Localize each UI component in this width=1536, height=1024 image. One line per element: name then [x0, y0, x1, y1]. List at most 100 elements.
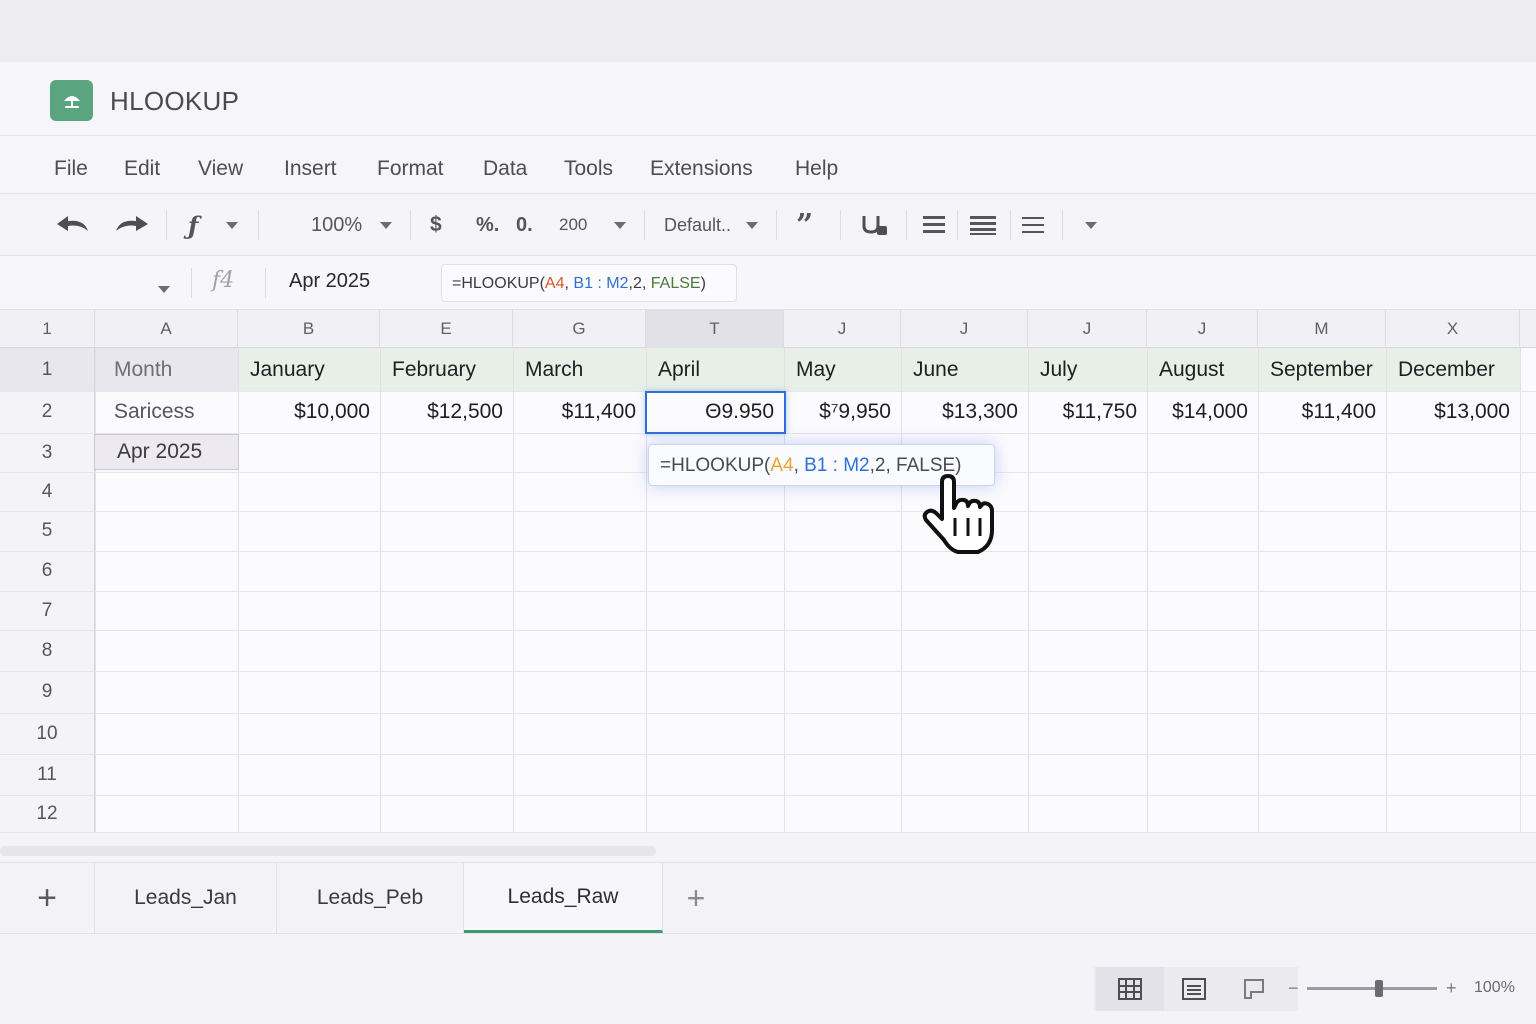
value-cell[interactable]: $14,000 [1147, 391, 1248, 433]
more-tools-caret[interactable] [1085, 194, 1097, 256]
value-cell[interactable]: $11,400 [1258, 391, 1376, 433]
month-header-cell[interactable]: April [658, 348, 700, 391]
currency-format-button[interactable]: $ [430, 194, 442, 256]
row-header[interactable]: 3 [0, 433, 95, 472]
app-logo-icon[interactable] [50, 80, 93, 121]
sheet-tab-leads-peb[interactable]: Leads_Peb [277, 863, 464, 933]
formula-token: A4 [770, 455, 794, 476]
decrease-decimal-button[interactable]: 0. [516, 194, 533, 256]
column-header[interactable]: M [1258, 310, 1386, 348]
row-header[interactable]: 7 [0, 591, 95, 630]
value-cell[interactable]: $13,000 [1386, 391, 1510, 433]
add-sheet-plus-icon[interactable]: + [663, 863, 729, 933]
selected-cell-border[interactable] [645, 391, 786, 434]
menu-file[interactable]: File [54, 157, 88, 181]
font-select[interactable]: Default.. [664, 194, 731, 256]
column-header[interactable]: X [1386, 310, 1520, 348]
grid-view-icon[interactable] [1096, 967, 1164, 1011]
zoom-slider-thumb[interactable] [1374, 980, 1383, 997]
column-header[interactable]: J [1028, 310, 1147, 348]
column-header[interactable]: A [95, 310, 238, 348]
row-header[interactable]: 12 [0, 795, 95, 832]
zoom-select[interactable]: 100% [311, 194, 362, 256]
row-header[interactable]: 8 [0, 630, 95, 671]
value-cell[interactable]: $11,750 [1028, 391, 1137, 433]
align-right-icon[interactable] [1021, 194, 1045, 256]
column-header[interactable]: E [380, 310, 513, 348]
value-cell[interactable]: $11,400 [513, 391, 636, 433]
document-title[interactable]: HLOOKUP [110, 86, 239, 117]
value-cell[interactable]: $13,300 [901, 391, 1018, 433]
column-header[interactable]: J [784, 310, 901, 348]
zoom-in-icon[interactable]: + [1446, 978, 1457, 999]
value-cell[interactable]: $10,000 [238, 391, 370, 433]
row-header[interactable]: 10 [0, 713, 95, 754]
month-header-cell[interactable]: January [250, 348, 325, 391]
menu-view[interactable]: View [198, 157, 243, 181]
menu-data[interactable]: Data [483, 157, 527, 181]
menu-insert[interactable]: Insert [284, 157, 337, 181]
menu-help[interactable]: Help [795, 157, 838, 181]
column-header[interactable]: J [1147, 310, 1258, 348]
zoom-dropdown-caret[interactable] [380, 194, 392, 256]
row-header[interactable]: 1 [0, 348, 95, 391]
align-left-icon[interactable] [922, 194, 946, 256]
month-header-cell[interactable]: September [1270, 348, 1373, 391]
value-cell[interactable]: $12,500 [380, 391, 503, 433]
function-icon[interactable]: ƒ [188, 194, 198, 256]
month-header-cell[interactable]: June [913, 348, 959, 391]
row-header[interactable]: 5 [0, 511, 95, 551]
row-header[interactable]: 9 [0, 671, 95, 713]
sheet-tab-leads-raw[interactable]: Leads_Raw [464, 863, 663, 933]
row-header[interactable]: 6 [0, 551, 95, 591]
menu-extensions[interactable]: Extensions [650, 157, 753, 181]
row-header[interactable]: 11 [0, 754, 95, 795]
percent-format-button[interactable]: %. [476, 194, 499, 256]
cell-value-display[interactable]: Apr 2025 [289, 270, 370, 293]
zoom-slider[interactable] [1307, 980, 1437, 997]
month-header-cell[interactable]: July [1040, 348, 1077, 391]
horizontal-scrollbar[interactable] [0, 846, 656, 856]
menu-tools[interactable]: Tools [564, 157, 613, 181]
menu-edit[interactable]: Edit [124, 157, 160, 181]
grid-line [0, 671, 1536, 672]
formula-bar-divider [265, 268, 266, 298]
month-header-cell[interactable]: August [1159, 348, 1224, 391]
more-formats-button[interactable]: 200 [559, 194, 587, 256]
quote-icon[interactable]: ” [796, 194, 813, 256]
month-header-cell[interactable]: March [525, 348, 583, 391]
value-cell[interactable]: $⁷9,950 [784, 391, 891, 433]
grid-line [1520, 348, 1521, 832]
clear-formatting-icon[interactable] [860, 194, 890, 256]
toolbar-divider [410, 210, 411, 240]
month-header-cell[interactable]: May [796, 348, 836, 391]
font-dropdown-caret[interactable] [746, 194, 758, 256]
zoom-out-icon[interactable]: − [1288, 978, 1299, 999]
formula-input[interactable]: =HLOOKUP(A4, B1 : M2,2, FALSE) [441, 264, 737, 302]
grid-corner[interactable]: 1 [0, 310, 95, 348]
redo-icon[interactable] [112, 194, 152, 256]
name-box-dropdown-caret[interactable] [158, 280, 170, 298]
formats-dropdown-caret[interactable] [614, 194, 626, 256]
lookup-cell[interactable]: Apr 2025 [94, 434, 239, 470]
formula-token: ,2, FALSE) [869, 455, 962, 476]
row-header[interactable]: 2 [0, 391, 95, 433]
add-sheet-button[interactable]: + [0, 863, 95, 933]
function-dropdown-caret[interactable] [226, 194, 238, 256]
column-header[interactable]: J [901, 310, 1028, 348]
month-header-cell[interactable]: February [392, 348, 476, 391]
toolbar-divider [166, 210, 167, 240]
page-break-icon[interactable] [1220, 967, 1288, 1011]
page-layout-icon[interactable] [1160, 967, 1228, 1011]
column-header[interactable]: T [646, 310, 784, 348]
sheet-tab-leads-jan[interactable]: Leads_Jan [95, 863, 277, 933]
column-header[interactable]: B [238, 310, 380, 348]
month-header-cell[interactable]: December [1398, 348, 1495, 391]
row-label-cell[interactable]: Saricess [114, 391, 195, 433]
column-header[interactable]: G [513, 310, 646, 348]
menu-format[interactable]: Format [377, 157, 444, 181]
row-label-cell[interactable]: Month [114, 348, 172, 391]
undo-icon[interactable] [54, 194, 94, 256]
align-center-icon[interactable] [969, 194, 997, 256]
row-header[interactable]: 4 [0, 472, 95, 511]
